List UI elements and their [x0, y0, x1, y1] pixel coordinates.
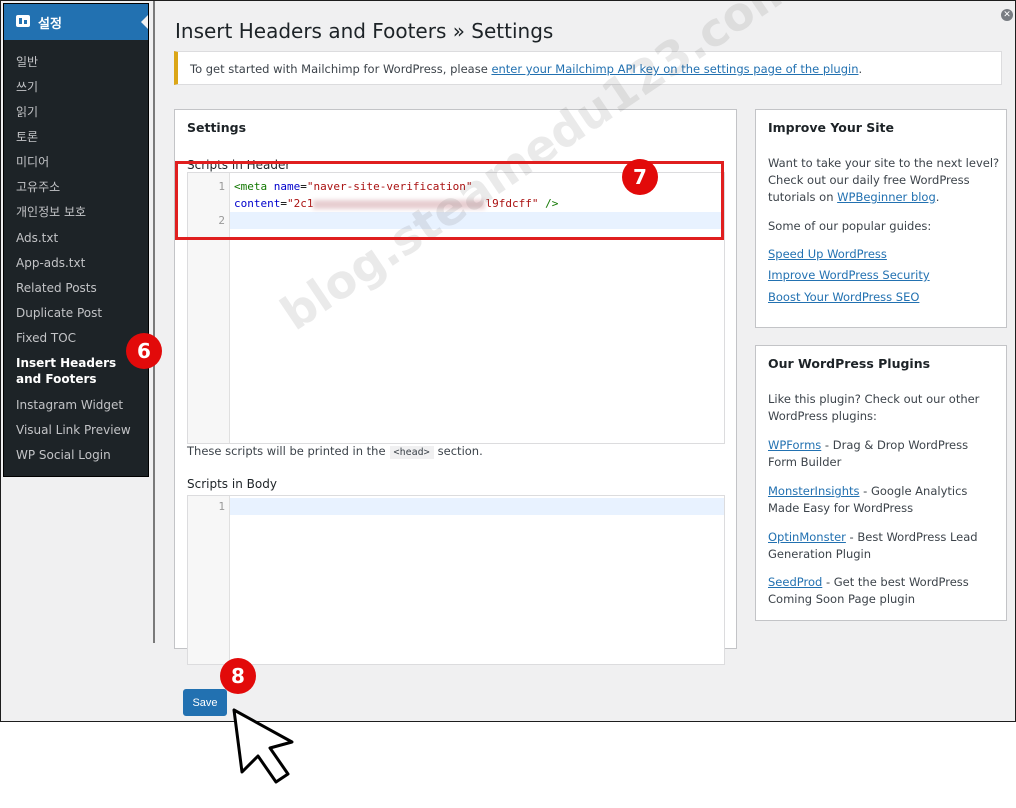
guides-intro: Some of our popular guides: [768, 219, 932, 233]
widget-title: Our WordPress Plugins [768, 356, 931, 371]
plugin-item: WPForms - Drag & Drop WordPress Form Bui… [768, 437, 1000, 471]
head-tag-code: <head> [389, 446, 434, 459]
current-menu-arrow-icon [141, 15, 148, 29]
sidebar-item-writing[interactable]: 쓰기 [16, 79, 136, 95]
sidebar-item-related-posts[interactable]: Related Posts [16, 280, 136, 296]
wpbeginner-blog-link[interactable]: WPBeginner blog [837, 190, 936, 204]
improve-intro-end: . [935, 190, 940, 204]
sidebar-item-permalinks[interactable]: 고유주소 [16, 179, 136, 195]
mailchimp-notice: To get started with Mailchimp for WordPr… [174, 51, 1002, 85]
sidebar-item-visual-link-preview[interactable]: Visual Link Preview [16, 422, 136, 438]
plugin-item: SeedProd - Get the best WordPress Coming… [768, 574, 1000, 608]
step-badge-7: 7 [622, 159, 658, 195]
sidebar-item-instagram-widget[interactable]: Instagram Widget [16, 397, 136, 413]
settings-heading: Settings [187, 120, 247, 135]
page-title: Insert Headers and Footers » Settings [175, 19, 554, 43]
screenshot-frame: 설정 일반 쓰기 읽기 토론 미디어 고유주소 개인정보 보호 Ads.txt … [0, 0, 1016, 722]
active-line-highlight [230, 498, 724, 515]
monsterinsights-link[interactable]: MonsterInsights [768, 484, 860, 498]
speed-up-wordpress-link[interactable]: Speed Up WordPress [768, 247, 887, 261]
improve-intro-text: Want to take your site to the next level… [768, 155, 1000, 206]
close-icon[interactable]: ✕ [1001, 9, 1013, 21]
scripts-body-editor[interactable]: 1 [187, 495, 725, 665]
sidebar-item-general[interactable]: 일반 [16, 54, 136, 70]
header-help-text: These scripts will be printed in the <hea… [187, 444, 483, 459]
sidebar-item-wp-social-login[interactable]: WP Social Login [16, 447, 136, 463]
line-number-gutter: 1 [188, 496, 230, 664]
step-badge-6: 6 [126, 333, 162, 369]
admin-sidebar: 설정 일반 쓰기 읽기 토론 미디어 고유주소 개인정보 보호 Ads.txt … [3, 3, 149, 477]
plugin-item: MonsterInsights - Google Analytics Made … [768, 483, 1000, 517]
sidebar-item-ads-txt[interactable]: Ads.txt [16, 230, 136, 246]
notice-text-end: . [858, 62, 863, 76]
notice-text: To get started with Mailchimp for WordPr… [190, 62, 862, 76]
plugins-intro: Like this plugin? Check out our other Wo… [768, 392, 980, 423]
sidebar-item-insert-headers-footers[interactable]: Insert Headers and Footers [16, 355, 136, 387]
sidebar-item-media[interactable]: 미디어 [16, 154, 136, 170]
sidebar-item-privacy[interactable]: 개인정보 보호 [16, 204, 136, 220]
improve-site-widget: Improve Your Site Want to take your site… [755, 109, 1007, 328]
settings-menu-icon [16, 15, 30, 27]
wpforms-link[interactable]: WPForms [768, 438, 821, 452]
optinmonster-link[interactable]: OptinMonster [768, 530, 846, 544]
our-plugins-widget: Our WordPress Plugins Like this plugin? … [755, 345, 1007, 621]
save-button[interactable]: Save [183, 689, 227, 716]
sidebar-item-app-ads-txt[interactable]: App-ads.txt [16, 255, 136, 271]
notice-text-start: To get started with Mailchimp for WordPr… [190, 62, 492, 76]
scripts-body-label: Scripts in Body [187, 477, 277, 491]
sidebar-item-reading[interactable]: 읽기 [16, 104, 136, 120]
mouse-pointer-icon [232, 708, 294, 784]
help-text-before: These scripts will be printed in the [187, 444, 386, 458]
sidebar-item-duplicate-post[interactable]: Duplicate Post [16, 305, 136, 321]
seedprod-link[interactable]: SeedProd [768, 575, 822, 589]
help-text-after: section. [437, 444, 483, 458]
widget-title: Improve Your Site [768, 120, 895, 135]
boost-seo-link[interactable]: Boost Your WordPress SEO [768, 290, 919, 304]
sidebar-menu-settings[interactable]: 설정 [4, 4, 148, 40]
line-number: 1 [218, 500, 225, 513]
sidebar-menu-label: 설정 [38, 17, 62, 32]
sidebar-item-fixed-toc[interactable]: Fixed TOC [16, 330, 136, 346]
sidebar-item-discussion[interactable]: 토론 [16, 129, 136, 145]
improve-security-link[interactable]: Improve WordPress Security [768, 268, 930, 282]
plugin-item: OptinMonster - Best WordPress Lead Gener… [768, 529, 1000, 563]
